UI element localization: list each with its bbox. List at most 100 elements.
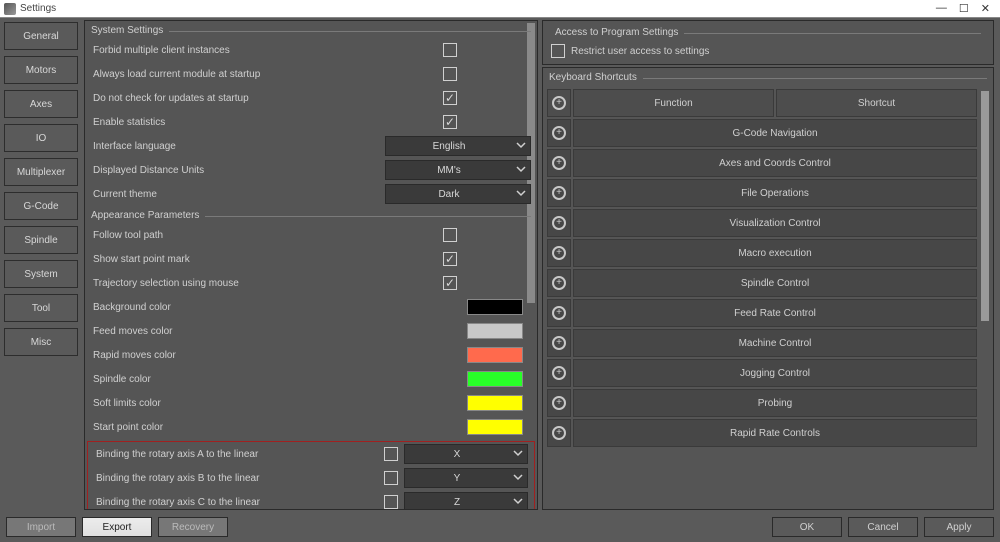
maximize-button[interactable]: ☐ [959, 2, 969, 15]
chevron-down-icon [512, 164, 530, 177]
select-bind-c[interactable]: Z [404, 492, 528, 509]
sidebar-item-multiplexer[interactable]: Multiplexer [4, 158, 78, 186]
shortcut-cat-axes-coords[interactable]: + Axes and Coords Control [547, 149, 989, 177]
sidebar-item-spindle[interactable]: Spindle [4, 226, 78, 254]
chevron-down-icon [512, 140, 530, 153]
row-feed-color: Feed moves color [85, 319, 537, 343]
checkbox-forbid-multiple[interactable] [443, 43, 457, 57]
checkbox-no-update-check[interactable]: ✓ [443, 91, 457, 105]
shortcut-cat-file-ops[interactable]: + File Operations [547, 179, 989, 207]
ok-button[interactable]: OK [772, 517, 842, 537]
chevron-down-icon [509, 448, 527, 461]
sidebar-item-axes[interactable]: Axes [4, 90, 78, 118]
swatch-softlimits-color[interactable] [467, 395, 523, 411]
system-settings-header: System Settings [85, 21, 537, 38]
chevron-down-icon [509, 496, 527, 509]
row-enable-statistics: Enable statistics ✓ [85, 110, 537, 134]
app-icon [4, 3, 16, 15]
scrollbar[interactable] [981, 91, 989, 321]
select-bind-b[interactable]: Y [404, 468, 528, 488]
shortcut-cat-macro[interactable]: + Macro execution [547, 239, 989, 267]
sidebar-item-misc[interactable]: Misc [4, 328, 78, 356]
checkbox-follow-tool-path[interactable] [443, 228, 457, 242]
shortcut-cat-spindle[interactable]: + Spindle Control [547, 269, 989, 297]
row-follow-tool-path: Follow tool path [85, 223, 537, 247]
plus-circle-icon: + [552, 306, 566, 320]
col-shortcut: Shortcut [776, 89, 977, 117]
checkbox-bind-b[interactable] [384, 471, 398, 485]
recovery-button[interactable]: Recovery [158, 517, 228, 537]
row-softlimits-color: Soft limits color [85, 391, 537, 415]
checkbox-always-load[interactable] [443, 67, 457, 81]
sidebar-item-tool[interactable]: Tool [4, 294, 78, 322]
plus-circle-icon: + [552, 336, 566, 350]
checkbox-show-start-point[interactable]: ✓ [443, 252, 457, 266]
plus-circle-icon: + [552, 246, 566, 260]
plus-circle-icon: + [552, 126, 566, 140]
select-language[interactable]: English [385, 136, 531, 156]
expand-all-header[interactable]: + [547, 89, 571, 117]
plus-circle-icon: + [552, 396, 566, 410]
swatch-startpoint-color[interactable] [467, 419, 523, 435]
shortcuts-header: Keyboard Shortcuts [543, 68, 993, 85]
restrict-access-label: Restrict user access to settings [571, 46, 709, 57]
checkbox-trajectory-mouse[interactable]: ✓ [443, 276, 457, 290]
select-theme[interactable]: Dark [385, 184, 531, 204]
close-button[interactable]: ✕ [981, 2, 990, 15]
shortcut-cat-visualization[interactable]: + Visualization Control [547, 209, 989, 237]
window-title: Settings [20, 3, 56, 14]
minimize-button[interactable]: — [936, 2, 947, 15]
col-function: Function [573, 89, 774, 117]
plus-circle-icon: + [552, 216, 566, 230]
checkbox-enable-statistics[interactable]: ✓ [443, 115, 457, 129]
chevron-down-icon [509, 472, 527, 485]
shortcut-cat-feedrate[interactable]: + Feed Rate Control [547, 299, 989, 327]
row-forbid-multiple: Forbid multiple client instances [85, 38, 537, 62]
shortcut-cat-jogging[interactable]: + Jogging Control [547, 359, 989, 387]
sidebar-item-io[interactable]: IO [4, 124, 78, 152]
shortcut-cat-probing[interactable]: + Probing [547, 389, 989, 417]
row-show-start-point: Show start point mark ✓ [85, 247, 537, 271]
apply-button[interactable]: Apply [924, 517, 994, 537]
select-bind-a[interactable]: X [404, 444, 528, 464]
import-button[interactable]: Import [6, 517, 76, 537]
row-bind-a: Binding the rotary axis A to the linear … [88, 442, 534, 466]
plus-circle-icon: + [552, 186, 566, 200]
shortcuts-table-header: + Function Shortcut [547, 89, 977, 117]
cancel-button[interactable]: Cancel [848, 517, 918, 537]
checkbox-bind-a[interactable] [384, 447, 398, 461]
row-rapid-color: Rapid moves color [85, 343, 537, 367]
row-theme: Current theme Dark [85, 182, 537, 206]
swatch-feed-color[interactable] [467, 323, 523, 339]
row-no-update-check: Do not check for updates at startup ✓ [85, 86, 537, 110]
shortcut-cat-machine[interactable]: + Machine Control [547, 329, 989, 357]
sidebar-item-system[interactable]: System [4, 260, 78, 288]
sidebar-item-general[interactable]: General [4, 22, 78, 50]
row-bind-c: Binding the rotary axis C to the linear … [88, 490, 534, 509]
export-button[interactable]: Export [82, 517, 152, 537]
swatch-bg-color[interactable] [467, 299, 523, 315]
shortcut-cat-rapidrate[interactable]: + Rapid Rate Controls [547, 419, 989, 447]
row-bg-color: Background color [85, 295, 537, 319]
sidebar-item-gcode[interactable]: G-Code [4, 192, 78, 220]
row-units: Displayed Distance Units MM's [85, 158, 537, 182]
checkbox-restrict-access[interactable] [551, 44, 565, 58]
checkbox-bind-c[interactable] [384, 495, 398, 509]
shortcut-cat-gcode-nav[interactable]: + G-Code Navigation [547, 119, 989, 147]
settings-panel: System Settings Forbid multiple client i… [84, 20, 538, 510]
access-header: Access to Program Settings [549, 23, 987, 40]
row-spindle-color: Spindle color [85, 367, 537, 391]
chevron-down-icon [512, 188, 530, 201]
row-startpoint-color: Start point color [85, 415, 537, 439]
row-language: Interface language English [85, 134, 537, 158]
select-units[interactable]: MM's [385, 160, 531, 180]
swatch-spindle-color[interactable] [467, 371, 523, 387]
swatch-rapid-color[interactable] [467, 347, 523, 363]
plus-circle-icon: + [552, 426, 566, 440]
sidebar: General Motors Axes IO Multiplexer G-Cod… [0, 18, 82, 512]
sidebar-item-motors[interactable]: Motors [4, 56, 78, 84]
access-panel: Access to Program Settings Restrict user… [542, 20, 994, 65]
row-always-load: Always load current module at startup [85, 62, 537, 86]
binding-group: Binding the rotary axis A to the linear … [87, 441, 535, 509]
plus-circle-icon: + [552, 276, 566, 290]
